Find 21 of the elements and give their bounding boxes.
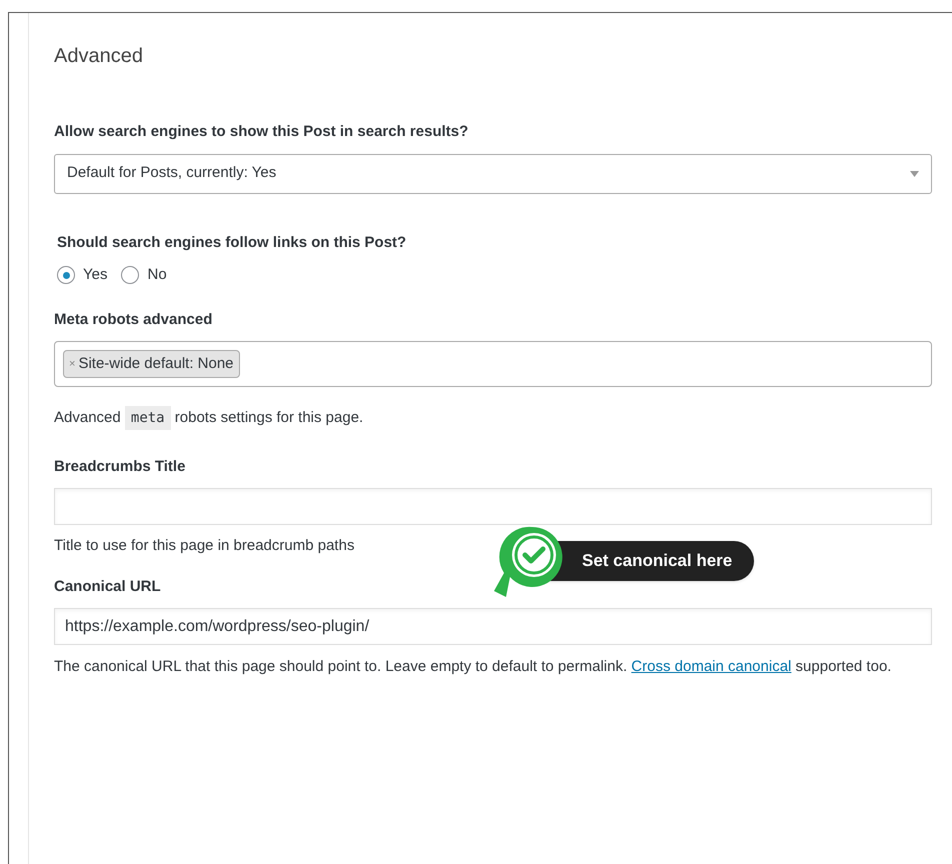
panel-title: Advanced <box>54 44 144 69</box>
help-text: Title to use for this page in breadcrumb paths <box>54 536 356 556</box>
radio-button[interactable] <box>57 266 75 284</box>
tags-field[interactable]: × Site-wide default: None <box>54 341 932 387</box>
cross-domain-link[interactable]: Cross domain canonical <box>631 658 792 675</box>
radio-button[interactable] <box>121 266 140 284</box>
help-text: Advanced meta robots settings for this page. <box>54 407 932 430</box>
radio-label: Yes <box>83 265 108 285</box>
radio-label: No <box>147 265 167 285</box>
field-label: Allow search engines to show this Post in search results? <box>54 122 470 142</box>
select-field[interactable]: Default for Posts, currently: Yes <box>54 154 932 194</box>
field-label: Canonical URL <box>54 576 162 596</box>
field-label: Should search engines follow links on this Post? <box>57 232 408 252</box>
dropdown-arrow-icon <box>910 170 919 176</box>
callout-label: Set canonical here <box>548 540 754 580</box>
field-label: Breadcrumbs Title <box>54 456 186 476</box>
tag-chip[interactable]: × Site-wide default: None <box>63 350 240 378</box>
text-field[interactable]: https://example.com/wordpress/seo-plugin/ <box>54 608 932 645</box>
field-label: Meta robots advanced <box>54 310 214 330</box>
help-text: The canonical URL that this page should point to. Leave empty to default to permalink. Cross domain canonical supported too. <box>54 657 892 677</box>
text-field[interactable] <box>54 488 932 525</box>
